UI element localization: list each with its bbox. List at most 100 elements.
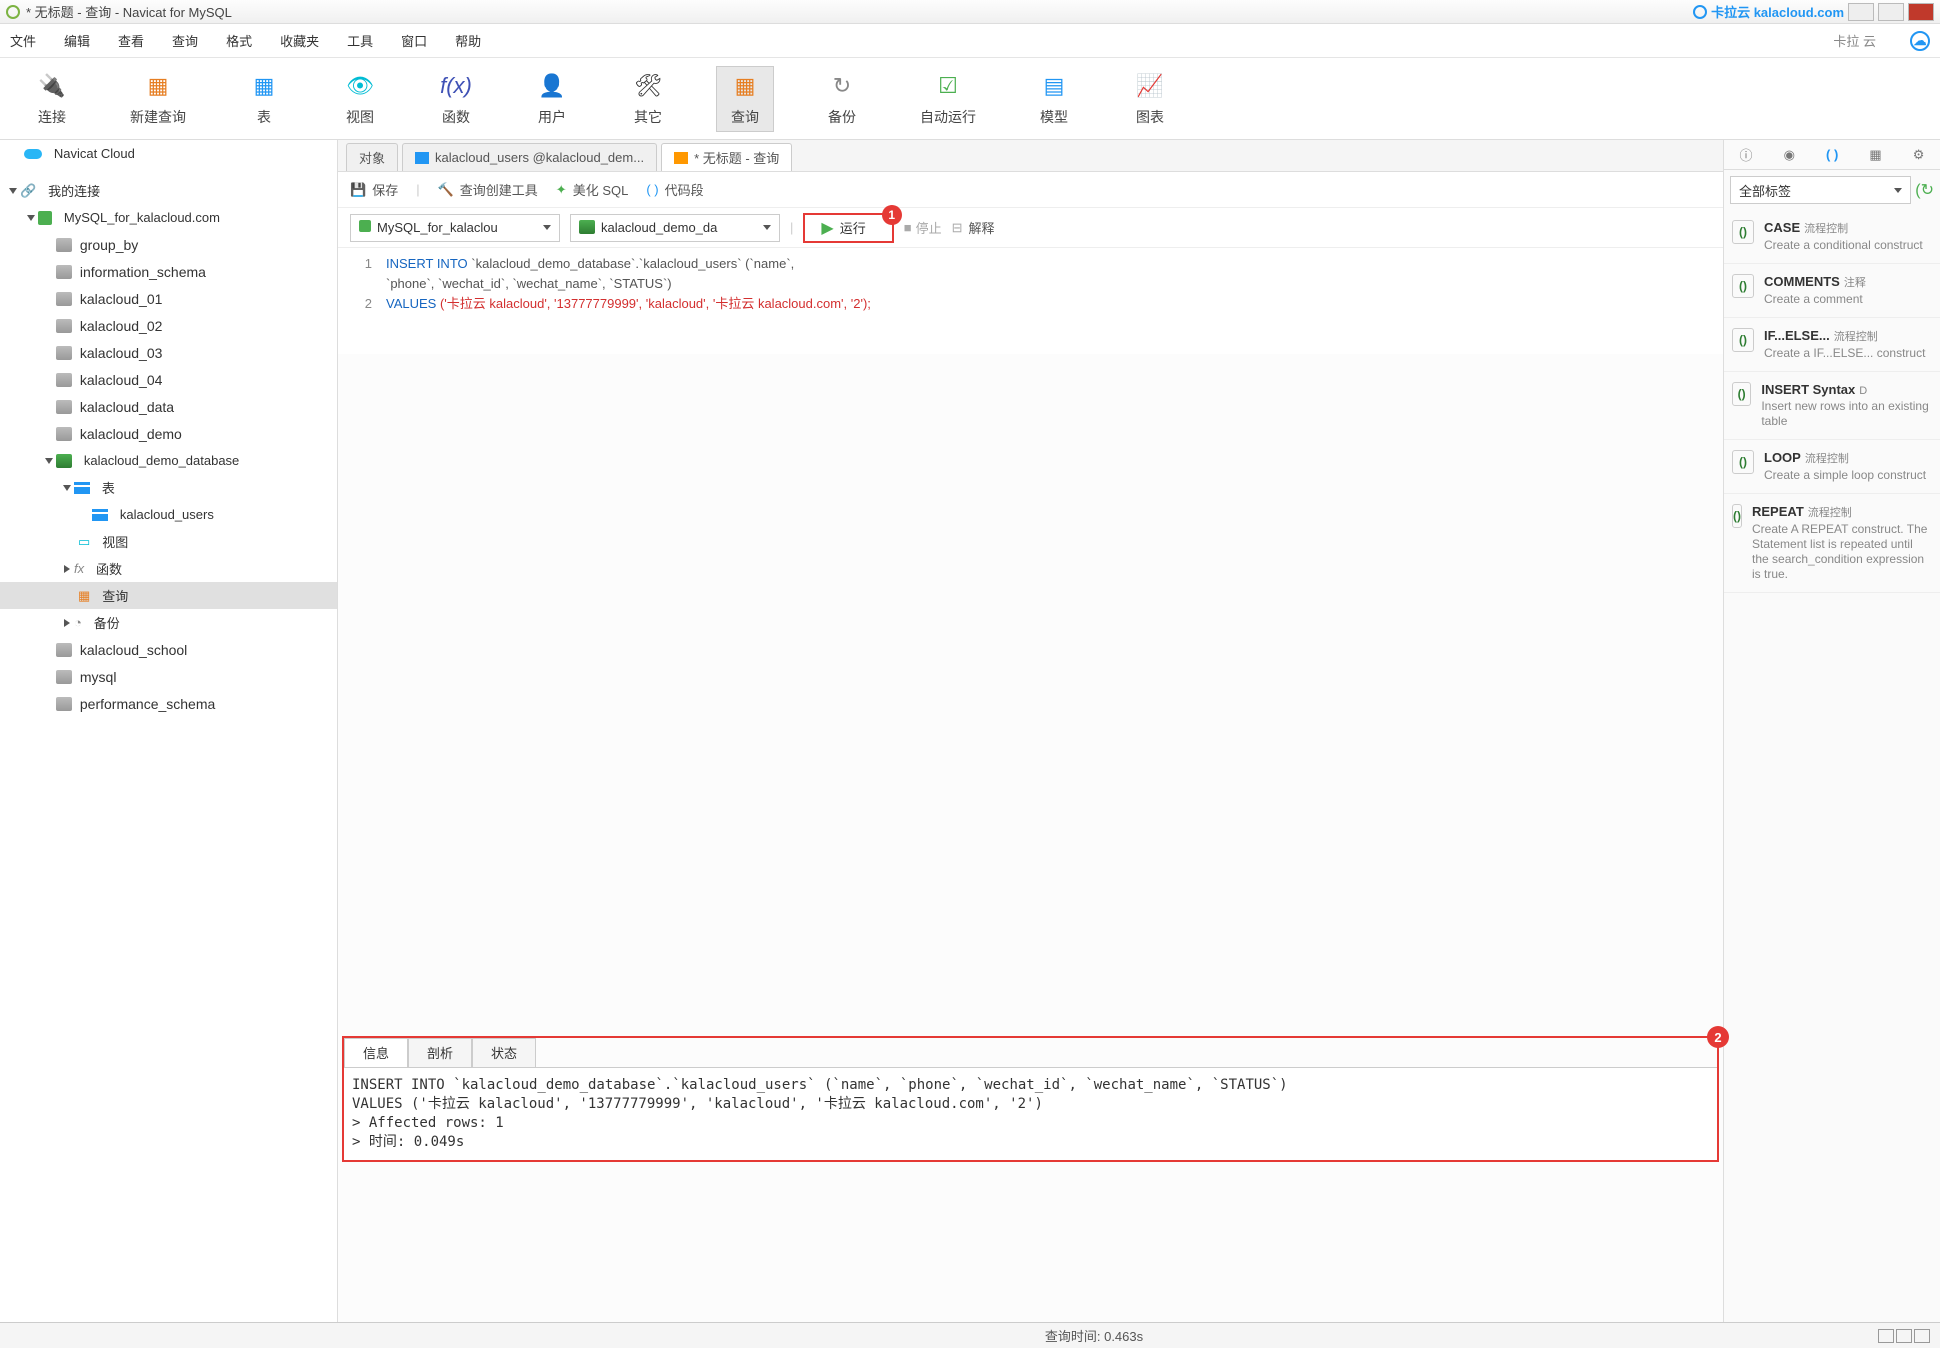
chevron-down-icon	[543, 225, 551, 230]
menu-format[interactable]: 格式	[226, 31, 252, 50]
table-item-node[interactable]: kalacloud_users	[0, 501, 337, 528]
menu-tools[interactable]: 工具	[347, 31, 373, 50]
database-icon	[56, 319, 72, 333]
model-icon: ▤	[1036, 71, 1072, 101]
tag-filter-combo[interactable]: 全部标签	[1730, 176, 1911, 204]
menu-query[interactable]: 查询	[172, 31, 198, 50]
tab-objects[interactable]: 对象	[346, 143, 398, 171]
run-button[interactable]: ▶运行 1	[803, 213, 893, 243]
snippet-item[interactable]: ()INSERT SyntaxDInsert new rows into an …	[1724, 372, 1940, 440]
gear-icon[interactable]: ⚙	[1913, 147, 1925, 163]
info-icon[interactable]: ⓘ	[1740, 145, 1753, 164]
snippet-icon: ()	[1732, 220, 1754, 244]
hammer-icon: 🔨	[438, 182, 454, 198]
views-node[interactable]: ▭ 视图	[0, 528, 337, 555]
tool-backup[interactable]: ↻备份	[814, 67, 870, 131]
db-node[interactable]: kalacloud_school	[0, 636, 337, 663]
tool-view[interactable]: 👁视图	[332, 67, 388, 131]
cloud-link[interactable]: 卡拉 云	[1833, 31, 1876, 50]
db-node[interactable]: kalacloud_data	[0, 393, 337, 420]
snippet-item[interactable]: ()IF...ELSE...流程控制Create a IF...ELSE... …	[1724, 318, 1940, 372]
maximize-button[interactable]	[1878, 3, 1904, 21]
db-open-node[interactable]: kalacloud_demo_database	[0, 447, 337, 474]
grid-icon[interactable]: ▦	[1869, 147, 1881, 163]
db-node[interactable]: performance_schema	[0, 690, 337, 717]
refresh-icon[interactable]: (↻	[1915, 176, 1934, 204]
db-node[interactable]: kalacloud_01	[0, 285, 337, 312]
sql-editor[interactable]: 1 2 INSERT INTO `kalacloud_demo_database…	[338, 248, 1723, 354]
tool-function[interactable]: f(x)函数	[428, 67, 484, 131]
annotation-badge-1: 1	[882, 205, 902, 225]
db-node[interactable]: kalacloud_03	[0, 339, 337, 366]
result-tab-status[interactable]: 状态	[472, 1038, 536, 1067]
tool-new-query[interactable]: ▦新建查询	[120, 67, 196, 131]
snippet-item[interactable]: ()LOOP流程控制Create a simple loop construct	[1724, 440, 1940, 494]
explain-button[interactable]: ⊟解释	[952, 218, 995, 237]
fx-icon: fx	[74, 561, 84, 576]
snippet-icon: ()	[1732, 382, 1751, 406]
tool-table[interactable]: ▦表	[236, 67, 292, 131]
tab-query[interactable]: * 无标题 - 查询	[661, 143, 792, 171]
save-button[interactable]: 💾保存	[350, 180, 398, 199]
database-icon	[56, 292, 72, 306]
result-body: INSERT INTO `kalacloud_demo_database`.`k…	[344, 1068, 1717, 1160]
menu-edit[interactable]: 编辑	[64, 31, 90, 50]
menu-help[interactable]: 帮助	[455, 31, 481, 50]
db-node[interactable]: information_schema	[0, 258, 337, 285]
tool-auto[interactable]: ☑自动运行	[910, 67, 986, 131]
tables-node[interactable]: 表	[0, 474, 337, 501]
line-gutter: 1 2	[338, 254, 386, 334]
tool-model[interactable]: ▤模型	[1026, 67, 1082, 131]
tool-chart[interactable]: 📈图表	[1122, 67, 1178, 131]
result-tabs: 信息 剖析 状态	[344, 1038, 1717, 1068]
query-node[interactable]: ▦ 查询	[0, 582, 337, 609]
tool-other[interactable]: 🛠其它	[620, 67, 676, 131]
stop-button[interactable]: ■停止	[904, 218, 942, 237]
tool-query[interactable]: ▦查询	[716, 66, 774, 132]
beautify-button[interactable]: ✦美化 SQL	[556, 180, 629, 199]
tool-connection[interactable]: 🔌连接	[24, 67, 80, 131]
layout-buttons[interactable]	[1878, 1329, 1930, 1343]
my-connections-node[interactable]: 🔗 我的连接	[0, 177, 337, 204]
target-icon[interactable]: ◉	[1784, 147, 1795, 163]
menu-favorites[interactable]: 收藏夹	[280, 31, 319, 50]
menu-file[interactable]: 文件	[10, 31, 36, 50]
backup-node[interactable]: ◔ 备份	[0, 609, 337, 636]
snippet-item[interactable]: ()COMMENTS注释Create a comment	[1724, 264, 1940, 318]
menu-view[interactable]: 查看	[118, 31, 144, 50]
query-builder-button[interactable]: 🔨查询创建工具	[438, 180, 538, 199]
menu-window[interactable]: 窗口	[401, 31, 427, 50]
snippet-item[interactable]: ()CASE流程控制Create a conditional construct	[1724, 210, 1940, 264]
database-icon	[56, 373, 72, 387]
minimize-button[interactable]	[1848, 3, 1874, 21]
connection-node[interactable]: MySQL_for_kalacloud.com	[0, 204, 337, 231]
save-icon: 💾	[350, 182, 366, 198]
result-tab-profile[interactable]: 剖析	[408, 1038, 472, 1067]
connection-combo[interactable]: MySQL_for_kalaclou	[350, 214, 560, 242]
app-icon	[6, 5, 20, 19]
database-icon	[56, 400, 72, 414]
chart-icon: 📈	[1132, 71, 1168, 101]
query-icon	[674, 152, 688, 164]
status-bar: 查询时间: 0.463s	[0, 1322, 1940, 1348]
db-node[interactable]: kalacloud_demo	[0, 420, 337, 447]
sql-code[interactable]: INSERT INTO `kalacloud_demo_database`.`k…	[386, 254, 1723, 334]
tool-user[interactable]: 👤用户	[524, 67, 580, 131]
db-node[interactable]: kalacloud_04	[0, 366, 337, 393]
chevron-down-icon	[1894, 188, 1902, 193]
snippet-button[interactable]: ( )代码段	[646, 180, 703, 199]
result-tab-info[interactable]: 信息	[344, 1038, 408, 1067]
navicat-cloud-node[interactable]: Navicat Cloud	[0, 140, 337, 167]
cloud-icon[interactable]: ☁	[1910, 31, 1930, 51]
close-button[interactable]	[1908, 3, 1934, 21]
tab-table[interactable]: kalacloud_users @kalacloud_dem...	[402, 143, 657, 171]
snippet-item[interactable]: ()REPEAT流程控制Create A REPEAT construct. T…	[1724, 494, 1940, 593]
user-icon: 👤	[534, 71, 570, 101]
db-node[interactable]: group_by	[0, 231, 337, 258]
database-combo[interactable]: kalacloud_demo_da	[570, 214, 780, 242]
cloud-icon	[24, 149, 42, 159]
functions-node[interactable]: fx 函数	[0, 555, 337, 582]
paren-icon[interactable]: ( )	[1826, 147, 1838, 162]
db-node[interactable]: kalacloud_02	[0, 312, 337, 339]
db-node[interactable]: mysql	[0, 663, 337, 690]
